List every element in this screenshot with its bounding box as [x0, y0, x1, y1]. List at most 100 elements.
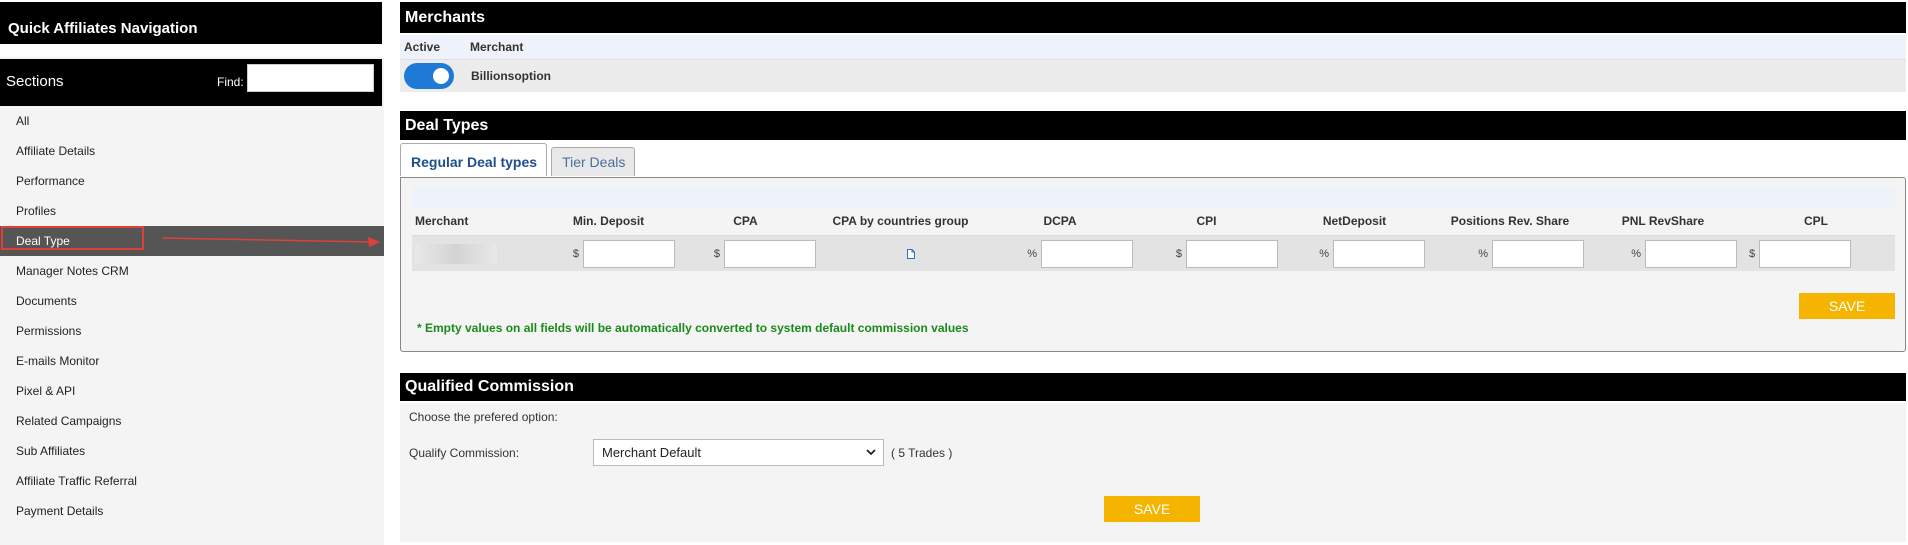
- positions-rev-share-input[interactable]: [1492, 239, 1584, 268]
- cpa-countries-cell: [816, 236, 985, 271]
- sidebar-item-label: Affiliate Details: [16, 144, 96, 158]
- deal-table-header: Merchant Min. Deposit CPA CPA by countri…: [412, 207, 1895, 236]
- sidebar-item-manager-notes-crm[interactable]: Manager Notes CRM: [0, 256, 384, 286]
- active-toggle[interactable]: [404, 63, 454, 89]
- save-commission-button[interactable]: SAVE: [1104, 496, 1200, 522]
- col-merchant: Merchant: [470, 40, 524, 54]
- cpi-cell: $: [1135, 236, 1278, 271]
- qualified-commission-header: Qualified Commission: [400, 373, 1906, 401]
- sidebar-item-documents[interactable]: Documents: [0, 286, 384, 316]
- min-deposit-input[interactable]: [583, 239, 675, 268]
- sidebar-item-label: Permissions: [16, 324, 82, 338]
- sidebar-item-label: Performance: [16, 174, 85, 188]
- tab-regular-deal-types[interactable]: Regular Deal types: [400, 143, 548, 176]
- col-positions-rev-share: Positions Rev. Share: [1450, 214, 1570, 228]
- unit-label: %: [1478, 247, 1488, 260]
- unit-label: $: [1175, 247, 1182, 260]
- min-deposit-cell: $: [542, 236, 675, 271]
- dcpa-cell: %: [985, 236, 1135, 271]
- sidebar-item-emails-monitor[interactable]: E-mails Monitor: [0, 346, 384, 376]
- sidebar-item-label: Payment Details: [16, 504, 104, 518]
- annotation-arrow-icon: [162, 237, 380, 247]
- pnl-revshare-cell: %: [1589, 236, 1737, 271]
- choose-option-text: Choose the prefered option:: [409, 410, 558, 424]
- unit-label: %: [1319, 247, 1329, 260]
- unit-label: %: [1027, 247, 1037, 260]
- sidebar-item-label: Manager Notes CRM: [16, 264, 129, 278]
- col-cpa: CPA: [733, 214, 758, 228]
- merchant-name: Billionsoption: [471, 69, 551, 83]
- col-min-deposit: Min. Deposit: [572, 214, 645, 228]
- sidebar-nav: All Affiliate Details Performance Profil…: [0, 106, 384, 526]
- table-row: $ $ % $ % % % $: [412, 236, 1895, 271]
- sidebar-item-sub-affiliates[interactable]: Sub Affiliates: [0, 436, 384, 466]
- qualified-commission-panel: Choose the prefered option: Qualify Comm…: [400, 403, 1906, 542]
- col-active: Active: [404, 40, 441, 54]
- cpl-cell: $: [1737, 236, 1895, 271]
- unit-label: %: [1631, 247, 1641, 260]
- table-row: Billionsoption: [400, 60, 1906, 92]
- qualify-commission-select[interactable]: Merchant Default: [593, 439, 884, 466]
- cpa-input[interactable]: [724, 239, 816, 268]
- find-label: Find:: [217, 75, 244, 89]
- merchants-table: Active Merchant Billionsoption: [400, 35, 1906, 92]
- unit-label: $: [713, 247, 720, 260]
- find-input[interactable]: [247, 64, 374, 92]
- default-values-note: * Empty values on all fields will be aut…: [417, 321, 969, 335]
- sidebar-item-label: Profiles: [16, 204, 57, 218]
- sidebar-item-affiliate-traffic-referral[interactable]: Affiliate Traffic Referral: [0, 466, 384, 496]
- sidebar-item-performance[interactable]: Performance: [0, 166, 384, 196]
- tab-tier-deals[interactable]: Tier Deals: [551, 147, 636, 176]
- sidebar-item-related-campaigns[interactable]: Related Campaigns: [0, 406, 384, 436]
- trades-count: ( 5 Trades ): [891, 446, 953, 460]
- deal-grid: Merchant Min. Deposit CPA CPA by countri…: [412, 187, 1895, 271]
- sidebar-item-affiliate-details[interactable]: Affiliate Details: [0, 136, 384, 166]
- dcpa-input[interactable]: [1041, 239, 1133, 268]
- deal-types-header: Deal Types: [400, 111, 1906, 140]
- sidebar-item-label: Affiliate Traffic Referral: [16, 474, 137, 488]
- chevron-down-icon: [866, 449, 876, 456]
- unit-label: $: [1749, 247, 1756, 260]
- col-dcpa: DCPA: [1043, 214, 1077, 228]
- highlight-box: [1, 226, 144, 250]
- quick-nav-header: Quick Affiliates Navigation: [0, 2, 382, 44]
- col-cpi: CPI: [1196, 214, 1217, 228]
- sidebar-item-label: Pixel & API: [16, 384, 76, 398]
- pnl-revshare-input[interactable]: [1645, 239, 1737, 268]
- sidebar-item-label: Documents: [16, 294, 77, 308]
- select-value: Merchant Default: [602, 445, 701, 460]
- cpa-cell: $: [675, 236, 816, 271]
- sidebar-item-label: Sub Affiliates: [16, 444, 86, 458]
- sidebar-item-all[interactable]: All: [0, 106, 384, 136]
- sidebar-item-label: E-mails Monitor: [16, 354, 100, 368]
- sidebar-item-pixel-api[interactable]: Pixel & API: [0, 376, 384, 406]
- col-pnl-revshare: PNL RevShare: [1621, 214, 1705, 228]
- deal-types-panel: Merchant Min. Deposit CPA CPA by countri…: [400, 177, 1906, 352]
- grid-top-band: [412, 187, 1895, 207]
- sidebar-item-label: All: [16, 114, 30, 128]
- col-cpl: CPL: [1804, 214, 1828, 228]
- col-cpa-by-countries: CPA by countries group: [832, 214, 969, 228]
- netdeposit-input[interactable]: [1333, 239, 1425, 268]
- sections-title: Sections: [6, 73, 64, 90]
- document-icon[interactable]: [906, 248, 915, 259]
- save-deal-types-button[interactable]: SAVE: [1799, 293, 1895, 319]
- deal-tabs: Regular Deal types Tier Deals: [400, 143, 639, 177]
- cpl-input[interactable]: [1759, 239, 1852, 268]
- merchant-cell: [412, 236, 542, 271]
- blurred-merchant: [415, 243, 497, 264]
- sidebar-item-profiles[interactable]: Profiles: [0, 196, 384, 226]
- positions-rev-share-cell: %: [1431, 236, 1589, 271]
- sections-header: Sections Find:: [0, 59, 382, 106]
- cpi-input[interactable]: [1186, 239, 1278, 268]
- toggle-knob: [433, 68, 449, 84]
- col-merchant: Merchant: [415, 214, 469, 228]
- netdeposit-cell: %: [1278, 236, 1431, 271]
- sidebar-item-payment-details[interactable]: Payment Details: [0, 496, 384, 526]
- merchants-table-header: Active Merchant: [400, 35, 1906, 60]
- unit-label: $: [572, 247, 579, 260]
- qualify-commission-label: Qualify Commission:: [409, 446, 520, 460]
- col-netdeposit: NetDeposit: [1322, 214, 1387, 228]
- merchants-header: Merchants: [400, 2, 1906, 33]
- sidebar-item-permissions[interactable]: Permissions: [0, 316, 384, 346]
